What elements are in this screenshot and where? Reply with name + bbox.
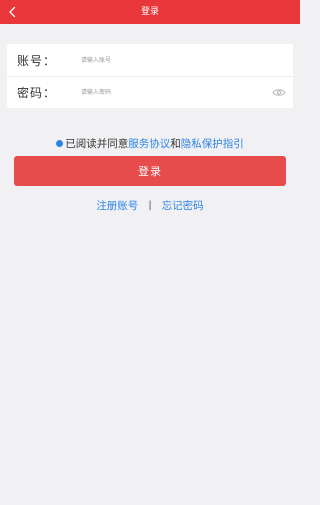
forgot-password-link[interactable]: 忘记密码 [162,198,204,213]
privacy-policy-link[interactable]: 隐私保护指引 [181,136,244,151]
eye-icon [272,89,286,96]
account-links: 注册账号 | 忘记密码 [0,198,300,212]
login-form: 账号： 密码： [7,44,293,108]
account-label: 账号： [17,53,57,68]
page-title: 登录 [140,7,159,17]
service-agreement-link[interactable]: 服务协议 [128,136,170,151]
register-link[interactable]: 注册账号 [96,198,138,213]
link-separator: | [148,199,152,211]
agreement-checkbox[interactable] [56,139,64,147]
password-row: 密码： [7,76,293,108]
navigation-bar: 登录 [0,0,300,24]
password-input[interactable] [63,82,268,103]
agreement-conjunction: 和 [170,137,181,150]
agreement-prefix: 已阅读并同意 [65,137,129,150]
account-input[interactable] [63,50,293,70]
agreement-row: 已阅读并同意 服务协议 和 隐私保护指引 [0,136,300,150]
account-row: 账号： [7,44,293,76]
login-screen: 登录 账号： 密码： 已阅读并同意 服务协议 和 隐私保护指引 登录 注册账号 … [0,0,300,505]
password-label: 密码： [17,86,57,100]
login-button[interactable]: 登录 [14,156,286,186]
password-visibility-toggle[interactable] [268,82,290,104]
